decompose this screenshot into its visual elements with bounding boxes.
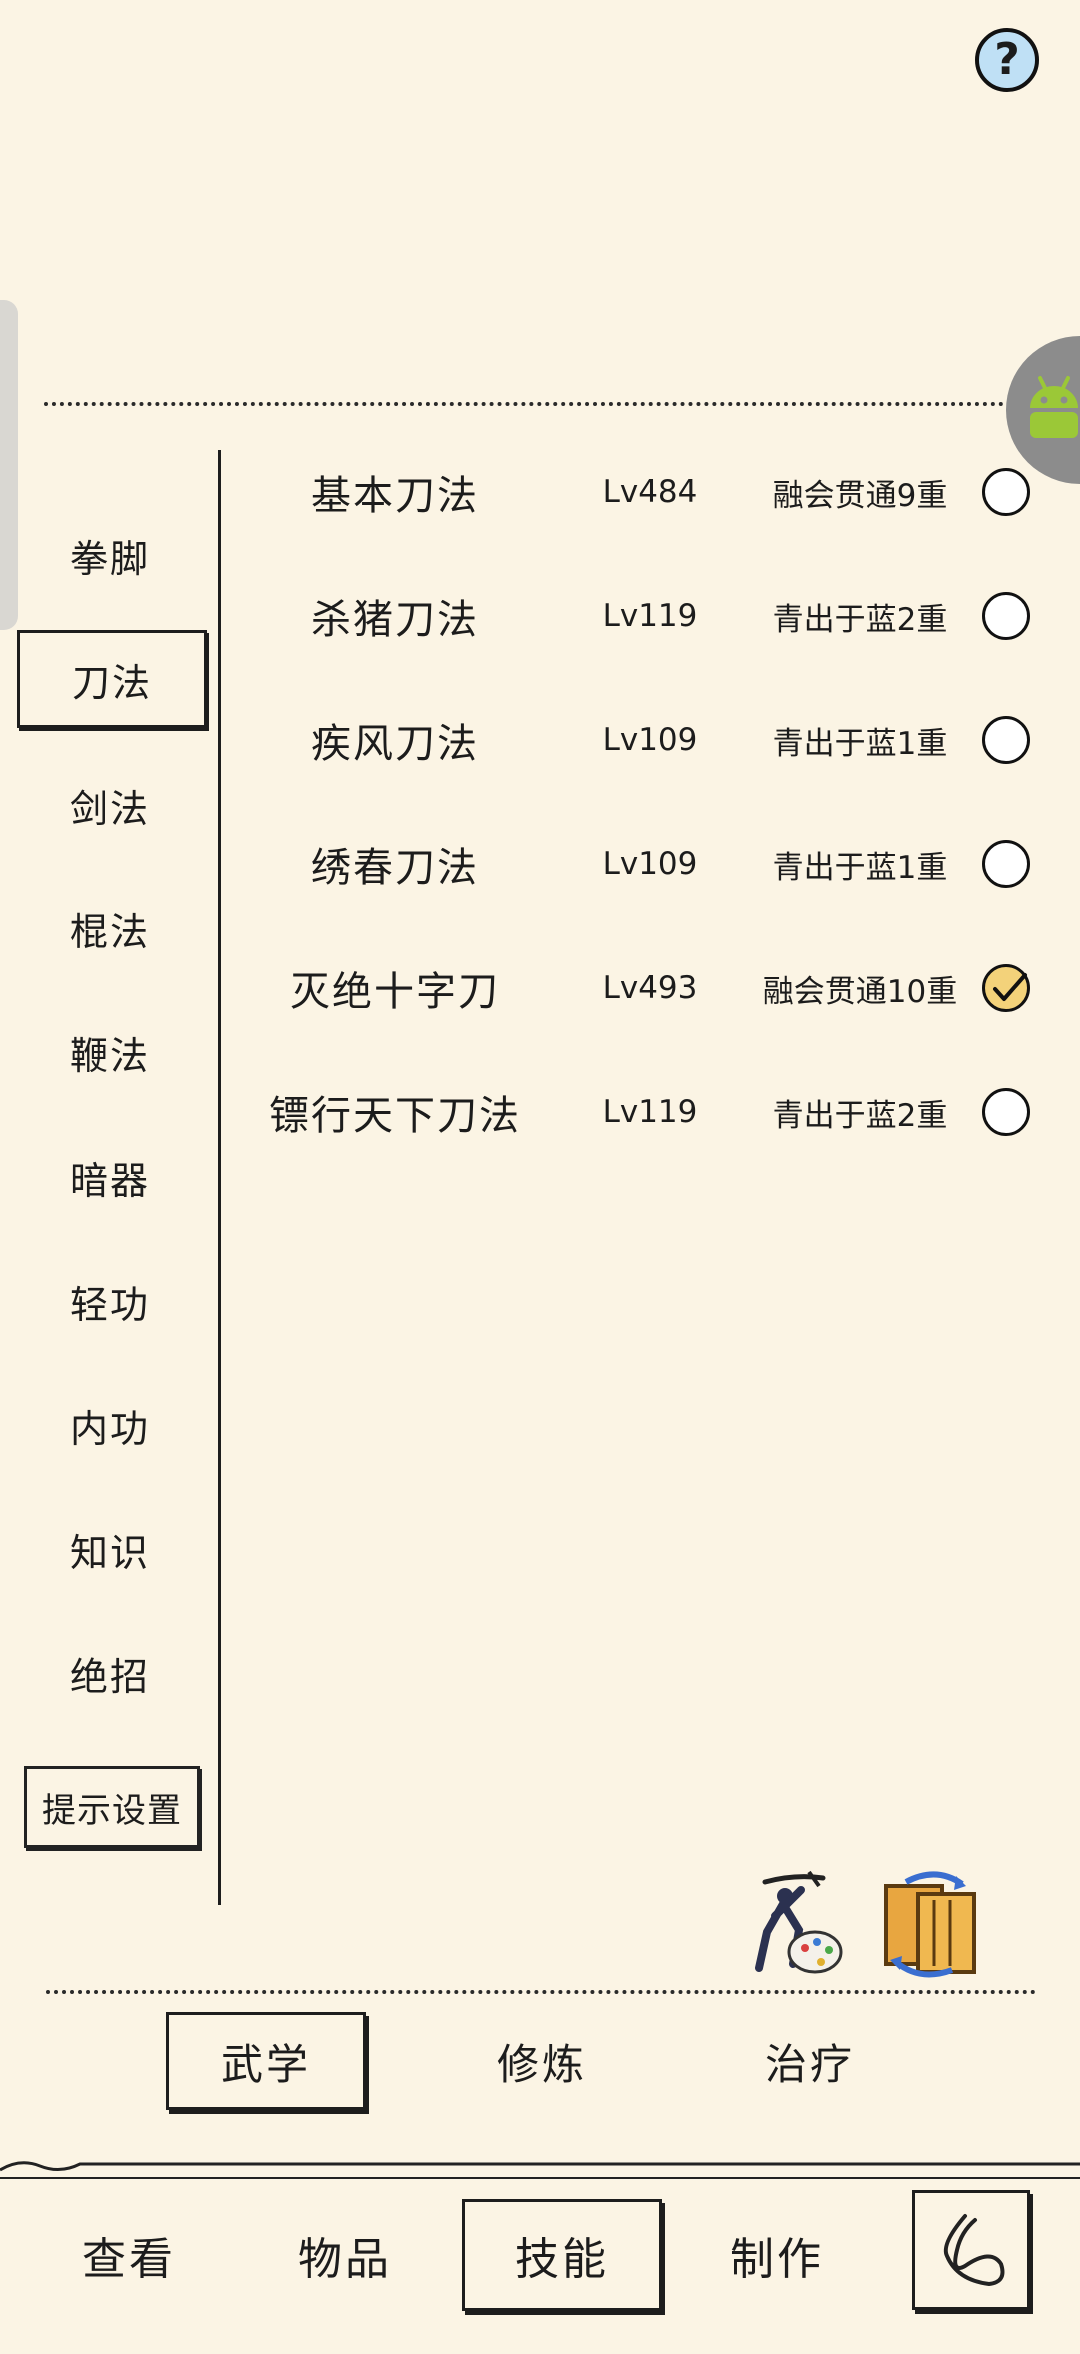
skill-name: 杀猪刀法 [311,597,479,643]
category-label: 鞭法 [69,1033,150,1078]
tab-label: 治疗 [764,2039,855,2089]
column-divider [218,450,221,1905]
skill-level: Lv109 [602,846,698,882]
skill-row[interactable]: 绣春刀法 Lv109 青出于蓝1重 [230,824,1060,904]
skill-level: Lv119 [602,1094,698,1130]
nav-chakan[interactable]: 查看 [34,2160,224,2350]
nav-label: 技能 [515,2234,609,2285]
category-label: 轻功 [69,1282,150,1327]
category-jianfa[interactable]: 剑法 [20,769,200,841]
skill-level: Lv484 [602,474,698,510]
skill-equip-radio[interactable] [982,716,1030,764]
category-label: 知识 [69,1530,150,1575]
tab-zhiliao[interactable]: 治疗 [710,2012,910,2110]
category-label: 暗器 [69,1158,150,1203]
swordsman-palette-button[interactable] [745,1868,845,1978]
scroll-swap-icon [884,1871,976,1978]
nav-wupin[interactable]: 物品 [250,2160,440,2350]
skill-row[interactable]: 灭绝十字刀 Lv493 融会贯通10重 [230,948,1060,1028]
category-label: 绝招 [69,1654,150,1699]
tab-label: 武学 [220,2039,311,2089]
back-button[interactable] [912,2190,1030,2310]
skill-rank: 青出于蓝1重 [772,849,948,886]
skill-equip-radio[interactable] [982,1088,1030,1136]
skill-row[interactable]: 疾风刀法 Lv109 青出于蓝1重 [230,700,1060,780]
android-icon [1030,376,1078,438]
tab-xiulian[interactable]: 修炼 [442,2012,642,2110]
check-icon [993,973,1027,1001]
skill-rank: 青出于蓝2重 [772,601,948,638]
category-daofa[interactable]: 刀法 [17,630,207,728]
skill-name: 绣春刀法 [311,845,479,891]
category-bianfa[interactable]: 鞭法 [20,1016,200,1088]
skill-equip-radio[interactable] [982,964,1030,1012]
tab-label: 修炼 [496,2039,587,2089]
help-button[interactable]: ? [975,28,1039,92]
skill-name: 疾风刀法 [311,721,479,767]
category-quanjiao[interactable]: 拳脚 [20,519,200,591]
skill-row[interactable]: 镖行天下刀法 Lv119 青出于蓝2重 [230,1072,1060,1152]
category-anqi[interactable]: 暗器 [20,1141,200,1213]
skill-level: Lv493 [602,970,698,1006]
tip-settings-label: 提示设置 [42,1790,182,1831]
nav-jineng[interactable]: 技能 [462,2160,662,2350]
category-label: 拳脚 [69,536,150,581]
category-juezhao[interactable]: 绝招 [20,1637,200,1709]
scroll-swap-button[interactable] [876,1870,984,1980]
skill-level: Lv119 [602,598,698,634]
category-label: 棍法 [69,909,150,954]
skill-rank: 融会贯通9重 [772,477,948,514]
skill-name: 镖行天下刀法 [269,1093,521,1139]
category-zhishi[interactable]: 知识 [20,1513,200,1585]
nav-label: 物品 [298,2234,392,2285]
swordsman-palette-icon [755,1870,843,1974]
skill-name: 基本刀法 [311,473,479,519]
skill-rank: 融会贯通10重 [762,973,958,1010]
top-divider [44,402,1004,406]
skill-equip-radio[interactable] [982,840,1030,888]
nav-zhizuo[interactable]: 制作 [682,2160,872,2350]
category-label: 剑法 [69,786,150,831]
nav-label: 制作 [730,2234,824,2285]
skill-row[interactable]: 基本刀法 Lv484 融会贯通9重 [230,452,1060,532]
tab-wuxue[interactable]: 武学 [166,2012,366,2110]
category-label: 内功 [69,1406,150,1451]
edge-drawer-handle[interactable] [0,300,18,630]
back-swirl-icon [943,2214,1005,2287]
skill-rank: 青出于蓝1重 [772,725,948,762]
skill-equip-radio[interactable] [982,468,1030,516]
skill-name: 灭绝十字刀 [290,969,500,1015]
bottom-divider [46,1990,1036,1994]
category-label: 刀法 [71,660,152,705]
skill-level: Lv109 [602,722,698,758]
nav-label: 查看 [82,2234,176,2285]
skill-rank: 青出于蓝2重 [772,1097,948,1134]
category-gunfa[interactable]: 棍法 [20,892,200,964]
tip-settings-button[interactable]: 提示设置 [24,1766,200,1848]
category-neigong[interactable]: 内功 [20,1389,200,1461]
question-icon: ? [994,34,1020,85]
skill-row[interactable]: 杀猪刀法 Lv119 青出于蓝2重 [230,576,1060,656]
category-qinggong[interactable]: 轻功 [20,1265,200,1337]
skill-equip-radio[interactable] [982,592,1030,640]
